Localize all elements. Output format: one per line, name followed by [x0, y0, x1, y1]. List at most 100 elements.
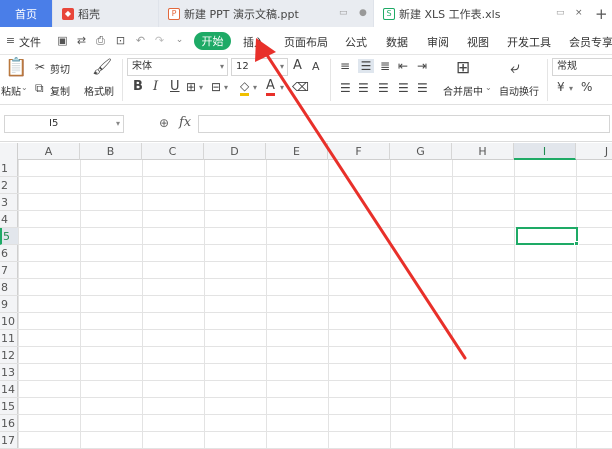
- cut-button[interactable]: 剪切: [50, 61, 70, 76]
- justify-icon[interactable]: ☰: [398, 81, 409, 95]
- chevron-down-icon[interactable]: ▾: [569, 82, 573, 96]
- tab-xls-document[interactable]: S 新建 XLS 工作表.xls ▭ × +: [374, 0, 612, 27]
- print-preview-icon[interactable]: ⊡: [114, 34, 127, 47]
- chevron-down-icon[interactable]: ▾: [280, 81, 284, 95]
- row-header-1[interactable]: 1: [0, 160, 18, 177]
- column-header-d[interactable]: D: [204, 143, 266, 160]
- wrap-text-button[interactable]: 自动换行: [499, 83, 539, 98]
- menu-start[interactable]: 开始: [194, 32, 231, 50]
- chevron-down-icon[interactable]: ▾: [253, 81, 257, 95]
- menu-insert[interactable]: 插入: [243, 34, 265, 50]
- merge-center-button[interactable]: 合并居中: [443, 83, 483, 98]
- column-header-g[interactable]: G: [390, 143, 452, 160]
- align-bottom-icon[interactable]: ≣: [380, 59, 390, 73]
- menu-dev-tools[interactable]: 开发工具: [507, 34, 551, 50]
- undo-icon[interactable]: ↶: [134, 34, 147, 47]
- name-box[interactable]: I5 ▾: [4, 115, 124, 133]
- menu-page-layout[interactable]: 页面布局: [284, 34, 328, 50]
- selected-cell[interactable]: [516, 227, 579, 246]
- row-header-8[interactable]: 8: [0, 279, 18, 296]
- row-header-9[interactable]: 9: [0, 296, 18, 313]
- menu-formula[interactable]: 公式: [345, 34, 367, 50]
- row-header-14[interactable]: 14: [0, 381, 18, 398]
- tab-home[interactable]: 首页: [0, 0, 52, 27]
- column-header-a[interactable]: A: [18, 143, 80, 160]
- row-header-7[interactable]: 7: [0, 262, 18, 279]
- grow-font-button[interactable]: A: [293, 59, 302, 73]
- row-header-15[interactable]: 15: [0, 398, 18, 415]
- row-header-10[interactable]: 10: [0, 313, 18, 330]
- row-header-13[interactable]: 13: [0, 364, 18, 381]
- row-header-3[interactable]: 3: [0, 194, 18, 211]
- align-middle-icon[interactable]: ☰: [358, 59, 374, 73]
- save-icon[interactable]: ▣: [56, 34, 69, 47]
- format-painter-icon[interactable]: 🖌: [92, 58, 112, 76]
- menu-view[interactable]: 视图: [467, 34, 489, 50]
- redo-icon[interactable]: ↷: [153, 34, 166, 47]
- align-center-icon[interactable]: ☰: [358, 81, 369, 95]
- chevron-down-icon[interactable]: ▾: [199, 81, 203, 95]
- menu-review[interactable]: 审阅: [427, 34, 449, 50]
- merge-cells-icon[interactable]: ⊞: [456, 58, 470, 78]
- row-header-16[interactable]: 16: [0, 415, 18, 432]
- tab-docer[interactable]: ◆ 稻壳: [53, 0, 158, 27]
- zoom-icon[interactable]: ⊕: [159, 116, 169, 130]
- close-icon[interactable]: ×: [575, 8, 583, 18]
- tab-ppt-document[interactable]: P 新建 PPT 演示文稿.ppt ▭ ●: [159, 0, 373, 27]
- hamburger-icon[interactable]: ≡: [4, 34, 17, 47]
- distributed-align-icon[interactable]: ☰: [417, 81, 428, 95]
- percent-button[interactable]: %: [581, 80, 592, 94]
- column-header-h[interactable]: H: [452, 143, 514, 160]
- decrease-indent-icon[interactable]: ⇤: [398, 59, 408, 73]
- font-color-button[interactable]: A: [266, 79, 275, 96]
- fill-color-icon[interactable]: ◇: [240, 79, 250, 96]
- paste-icon[interactable]: 📋: [5, 58, 27, 78]
- chevron-down-icon[interactable]: ▾: [224, 81, 228, 95]
- row-header-17[interactable]: 17: [0, 432, 18, 449]
- bold-button[interactable]: B: [133, 80, 143, 94]
- select-all-corner[interactable]: [0, 143, 18, 160]
- chevron-down-icon[interactable]: ⌄: [21, 83, 28, 92]
- column-header-i[interactable]: I: [514, 143, 576, 160]
- chevron-down-icon[interactable]: ⌄: [485, 83, 492, 92]
- row-header-11[interactable]: 11: [0, 330, 18, 347]
- number-format-select[interactable]: 常规: [552, 58, 612, 76]
- monitor-icon[interactable]: ▭: [556, 8, 565, 18]
- row-header-6[interactable]: 6: [0, 245, 18, 262]
- cell-area[interactable]: [18, 160, 612, 449]
- underline-button[interactable]: U: [170, 80, 180, 94]
- print-icon[interactable]: ⎙: [94, 34, 107, 47]
- row-header-5[interactable]: 5: [0, 228, 18, 245]
- italic-button[interactable]: I: [153, 80, 158, 94]
- align-left-icon[interactable]: ☰: [340, 81, 351, 95]
- border-icon[interactable]: ⊞: [186, 80, 196, 94]
- copy-icon[interactable]: ⧉: [35, 81, 44, 95]
- insert-function-button[interactable]: fx: [179, 115, 191, 130]
- scissors-icon[interactable]: ✂: [35, 60, 45, 74]
- row-header-2[interactable]: 2: [0, 177, 18, 194]
- column-header-c[interactable]: C: [142, 143, 204, 160]
- row-header-4[interactable]: 4: [0, 211, 18, 228]
- clear-format-icon[interactable]: ⌫: [292, 80, 309, 94]
- cell-style-icon[interactable]: ⊟: [211, 80, 221, 94]
- currency-button[interactable]: ¥: [557, 80, 565, 94]
- align-top-icon[interactable]: ≡: [340, 59, 350, 73]
- chevron-down-icon[interactable]: ⌄: [173, 34, 186, 47]
- dot-icon[interactable]: ●: [359, 8, 367, 18]
- column-header-e[interactable]: E: [266, 143, 328, 160]
- increase-indent-icon[interactable]: ⇥: [417, 59, 427, 73]
- new-tab-button[interactable]: +: [595, 5, 608, 23]
- column-header-j[interactable]: J: [576, 143, 612, 160]
- menu-member[interactable]: 会员专享: [569, 34, 612, 50]
- wrap-text-icon[interactable]: ⤶: [510, 58, 520, 78]
- align-right-icon[interactable]: ☰: [378, 81, 389, 95]
- menu-file[interactable]: 文件: [19, 34, 41, 50]
- copy-button[interactable]: 复制: [50, 83, 70, 98]
- monitor-icon[interactable]: ▭: [339, 8, 348, 18]
- formula-input[interactable]: [198, 115, 610, 133]
- font-name-select[interactable]: 宋体 ▾: [127, 58, 228, 76]
- font-size-select[interactable]: 12 ▾: [231, 58, 288, 76]
- column-header-b[interactable]: B: [80, 143, 142, 160]
- row-header-12[interactable]: 12: [0, 347, 18, 364]
- shrink-font-button[interactable]: A: [312, 60, 320, 74]
